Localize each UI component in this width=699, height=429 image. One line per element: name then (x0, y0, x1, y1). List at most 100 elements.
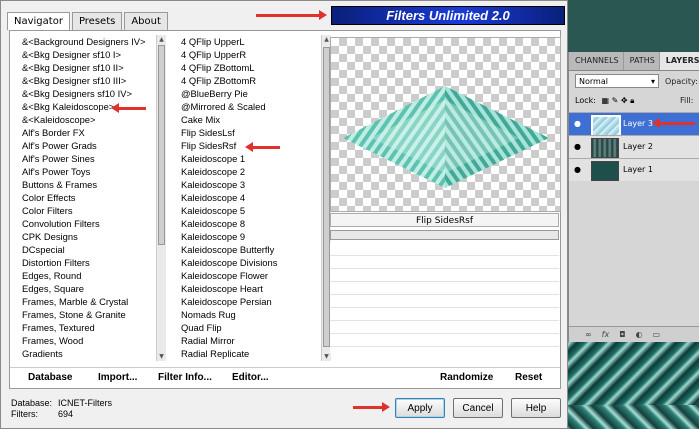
list-item[interactable]: @BlueBerry Pie (181, 87, 321, 100)
randomize-button[interactable]: Randomize (440, 372, 493, 383)
annotation-arrow (353, 402, 390, 412)
tab-presets[interactable]: Presets (71, 12, 123, 30)
list-item[interactable]: Alf's Power Grads (22, 139, 160, 152)
list-item[interactable]: Color Filters (22, 204, 160, 217)
reset-button[interactable]: Reset (515, 372, 542, 383)
layer-name: Layer 1 (623, 165, 653, 174)
annotation-arrow (245, 142, 280, 152)
list-item[interactable]: Edges, Square (22, 282, 160, 295)
list-item[interactable]: Nomads Rug (181, 308, 321, 321)
fx-icon[interactable]: fx (602, 330, 610, 339)
list-item[interactable]: Kaleidoscope 2 (181, 165, 321, 178)
lock-all-icon[interactable]: 🔒︎ (630, 96, 634, 105)
list-item[interactable]: Gradients (22, 347, 160, 360)
category-scrollbar[interactable]: ▲ ▼ (156, 35, 166, 361)
filter-list[interactable]: 4 QFlip UpperL 4 QFlip UpperR 4 QFlip ZB… (181, 35, 321, 365)
list-item[interactable]: 4 QFlip ZBottomR (181, 74, 321, 87)
tab-paths[interactable]: PATHS (624, 52, 660, 70)
list-item[interactable]: Frames, Marble & Crystal (22, 295, 160, 308)
list-item[interactable]: Alf's Power Sines (22, 152, 160, 165)
layers-panel-footer: ∞ fx ◘ ◐ ▭ (569, 326, 699, 342)
layers-panel-tabs: CHANNELS PATHS LAYERS (569, 52, 699, 71)
tab-layers[interactable]: LAYERS (659, 52, 699, 70)
layer-row-2[interactable]: ● Layer 2 (569, 135, 699, 158)
banner-title: Filters Unlimited 2.0 (331, 6, 565, 25)
list-item[interactable]: &<Bkg Designers sf10 IV> (22, 87, 160, 100)
scroll-thumb[interactable] (158, 45, 165, 245)
list-item[interactable]: &<Bkg Designer sf10 II> (22, 61, 160, 74)
list-item[interactable]: Convolution Filters (22, 217, 160, 230)
list-item[interactable]: Radial Mirror (181, 334, 321, 347)
help-button[interactable]: Help (511, 398, 561, 418)
list-item[interactable]: 4 QFlip ZBottomL (181, 61, 321, 74)
opacity-label: Opacity: (665, 77, 698, 86)
layer-thumbnail (591, 115, 621, 137)
list-item[interactable]: Alf's Border FX (22, 126, 160, 139)
layer-thumbnail (591, 138, 619, 158)
tab-about[interactable]: About (124, 12, 168, 30)
list-item[interactable]: Quad Flip (181, 321, 321, 334)
list-item[interactable]: Kaleidoscope Persian (181, 295, 321, 308)
list-item[interactable]: Cake Mix (181, 113, 321, 126)
list-item[interactable]: Radial Replicate (181, 347, 321, 360)
list-item[interactable]: Kaleidoscope Heart (181, 282, 321, 295)
list-item[interactable]: Buttons & Frames (22, 178, 160, 191)
scroll-thumb[interactable] (323, 47, 330, 347)
list-item[interactable]: Kaleidoscope 8 (181, 217, 321, 230)
list-item[interactable]: Frames, Stone & Granite (22, 308, 160, 321)
scroll-down-icon[interactable]: ▼ (322, 352, 331, 361)
tab-channels[interactable]: CHANNELS (569, 52, 624, 70)
mask-icon[interactable]: ◘ (619, 330, 625, 339)
lock-transparent-icon[interactable]: ▦ (601, 96, 609, 105)
eye-icon[interactable]: ● (574, 119, 582, 128)
list-item[interactable]: CPK Designs (22, 230, 160, 243)
list-item[interactable]: Kaleidoscope Divisions (181, 256, 321, 269)
list-item[interactable]: &<Background Designers IV> (22, 35, 160, 48)
list-item[interactable]: Distortion Filters (22, 256, 160, 269)
list-item[interactable]: Kaleidoscope Flower (181, 269, 321, 282)
scroll-down-icon[interactable]: ▼ (157, 352, 166, 361)
list-item[interactable]: Kaleidoscope 1 (181, 152, 321, 165)
annotation-arrow (652, 118, 695, 128)
list-item[interactable]: 4 QFlip UpperR (181, 48, 321, 61)
database-button[interactable]: Database (28, 372, 72, 383)
eye-icon[interactable]: ● (574, 142, 582, 151)
annotation-arrow (256, 10, 327, 20)
list-item[interactable]: &<Bkg Designer sf10 I> (22, 48, 160, 61)
tab-navigator[interactable]: Navigator (7, 12, 70, 30)
eye-icon[interactable]: ● (574, 165, 582, 174)
list-item[interactable]: Kaleidoscope 9 (181, 230, 321, 243)
list-item[interactable]: @Mirrored & Scaled (181, 100, 321, 113)
list-item[interactable]: Alf's Power Toys (22, 165, 160, 178)
list-item[interactable]: DCspecial (22, 243, 160, 256)
list-item[interactable]: Kaleidoscope 3 (181, 178, 321, 191)
category-list[interactable]: &<Background Designers IV> &<Bkg Designe… (22, 35, 160, 365)
adjustment-icon[interactable]: ◐ (636, 330, 643, 339)
list-item[interactable]: 4 QFlip UpperL (181, 35, 321, 48)
folder-icon[interactable]: ▭ (653, 330, 661, 339)
list-item[interactable]: &<Kaleidoscope> (22, 113, 160, 126)
import-button[interactable]: Import... (98, 372, 137, 383)
lock-move-icon[interactable]: ✥ (621, 96, 628, 105)
blend-mode-select[interactable]: Normal ▾ (575, 74, 659, 88)
layer-row-1[interactable]: ● Layer 1 (569, 158, 699, 181)
list-item[interactable]: Kaleidoscope 5 (181, 204, 321, 217)
parameter-slider[interactable] (330, 230, 559, 240)
apply-button[interactable]: Apply (395, 398, 445, 418)
blend-mode-value: Normal (579, 77, 608, 86)
cancel-button[interactable]: Cancel (453, 398, 503, 418)
filter-info-button[interactable]: Filter Info... (158, 372, 212, 383)
list-item[interactable]: Flip SidesLsf (181, 126, 321, 139)
list-item[interactable]: Frames, Textured (22, 321, 160, 334)
editor-button[interactable]: Editor... (232, 372, 269, 383)
scroll-up-icon[interactable]: ▲ (157, 35, 166, 44)
filters-count-label: Filters: (11, 409, 38, 419)
list-item[interactable]: &<Bkg Designer sf10 III> (22, 74, 160, 87)
list-item[interactable]: Frames, Wood (22, 334, 160, 347)
list-item[interactable]: Edges, Round (22, 269, 160, 282)
lock-paint-icon[interactable]: ✎ (612, 96, 619, 105)
list-item[interactable]: Color Effects (22, 191, 160, 204)
link-icon[interactable]: ∞ (585, 330, 592, 339)
list-item[interactable]: Kaleidoscope Butterfly (181, 243, 321, 256)
list-item[interactable]: Kaleidoscope 4 (181, 191, 321, 204)
